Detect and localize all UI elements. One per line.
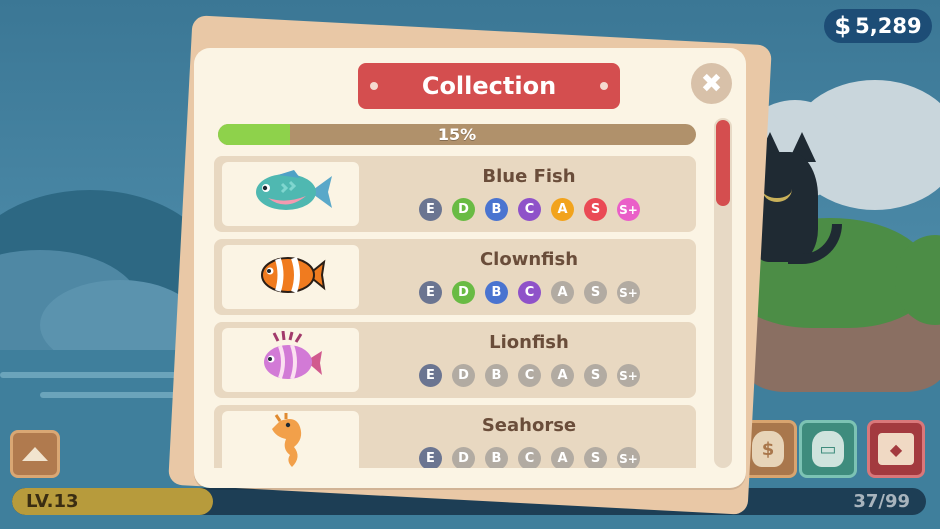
fish-book-icon: ◆: [878, 433, 914, 465]
decor-dot: [370, 82, 378, 90]
fish-list[interactable]: Blue Fish E D B C A S S+ Clownfish E D B C A S S+ Lionfi…: [214, 156, 696, 468]
grade-badges: E D B C A S S+: [419, 281, 640, 304]
wave: [0, 372, 180, 378]
close-icon: ✖: [700, 68, 723, 99]
grade-badge-b: B: [485, 281, 508, 304]
xp-label: 37/99: [853, 491, 910, 512]
grade-badge-b: B: [485, 198, 508, 221]
money-amount: 5,289: [855, 14, 922, 38]
grade-badge-e: E: [419, 281, 442, 304]
fish-name: Lionfish: [489, 332, 569, 353]
grade-badge-c: C: [518, 281, 541, 304]
lionfish-icon: [256, 330, 326, 389]
decor-dot: [600, 82, 608, 90]
grade-badge-a: A: [551, 281, 574, 304]
fish-name: Blue Fish: [482, 166, 576, 187]
fish-row[interactable]: Clownfish E D B C A S S+: [214, 239, 696, 315]
arrow-up-icon: [22, 447, 48, 461]
fish-thumbnail: [222, 411, 359, 468]
grade-badge-c: C: [518, 198, 541, 221]
fish-name: Seahorse: [481, 415, 577, 436]
grade-badges: E D B C A S S+: [419, 364, 640, 387]
fish-row[interactable]: Blue Fish E D B C A S S+: [214, 156, 696, 232]
grade-badge-e: E: [419, 447, 442, 468]
grade-badge-s: S: [584, 364, 607, 387]
fish-thumbnail: [222, 162, 359, 226]
expand-button[interactable]: [10, 430, 60, 478]
grade-badge-a: A: [551, 447, 574, 468]
grade-badge-s: S: [584, 198, 607, 221]
collection-panel: Collection ✖ 15% Blue Fish E D B C A S S+ Clownf…: [194, 48, 746, 488]
fish-thumbnail: [222, 245, 359, 309]
grade-badge-b: B: [485, 447, 508, 468]
scrollbar-thumb[interactable]: [716, 120, 730, 206]
collection-progress-label: 15%: [437, 125, 477, 144]
grade-badges: E D B C A S S+: [419, 198, 640, 221]
grade-badge-d: D: [452, 447, 475, 468]
collection-progress-bar: 15%: [218, 124, 696, 145]
money-bag-icon: $: [752, 431, 784, 467]
grade-badge-s-plus: S+: [617, 198, 640, 221]
grade-badge-d: D: [452, 364, 475, 387]
scrollbar[interactable]: [714, 118, 732, 468]
grade-badge-b: B: [485, 364, 508, 387]
grade-badge-d: D: [452, 198, 475, 221]
grade-badge-a: A: [551, 364, 574, 387]
grade-badge-s-plus: S+: [617, 281, 640, 304]
fish-book-button[interactable]: ◆: [867, 420, 925, 478]
dollar-icon: $: [834, 12, 852, 40]
seahorse-icon: [266, 411, 316, 468]
grade-badges: E D B C A S S+: [419, 447, 640, 468]
grade-badge-s: S: [584, 447, 607, 468]
grade-badge-e: E: [419, 364, 442, 387]
grade-badge-s-plus: S+: [617, 364, 640, 387]
fish-thumbnail: [222, 328, 359, 392]
clownfish-icon: [256, 250, 326, 304]
collection-title: Collection: [421, 72, 557, 100]
blue-fish-icon: [248, 166, 334, 222]
level-label: LV.13: [26, 491, 79, 512]
fish-row[interactable]: Seahorse E D B C A S S+: [214, 405, 696, 468]
wave: [40, 392, 180, 398]
backpack-button[interactable]: ▭: [799, 420, 857, 478]
grade-badge-a: A: [551, 198, 574, 221]
collection-title-tab: Collection: [358, 63, 620, 109]
backpack-icon: ▭: [812, 431, 844, 467]
close-button[interactable]: ✖: [691, 63, 732, 104]
grade-badge-s: S: [584, 281, 607, 304]
grade-badge-d: D: [452, 281, 475, 304]
grade-badge-s-plus: S+: [617, 447, 640, 468]
grade-badge-c: C: [518, 364, 541, 387]
grade-badge-e: E: [419, 198, 442, 221]
money-counter: $ 5,289: [824, 9, 932, 43]
grade-badge-c: C: [518, 447, 541, 468]
fish-row[interactable]: Lionfish E D B C A S S+: [214, 322, 696, 398]
fish-name: Clownfish: [479, 249, 579, 270]
